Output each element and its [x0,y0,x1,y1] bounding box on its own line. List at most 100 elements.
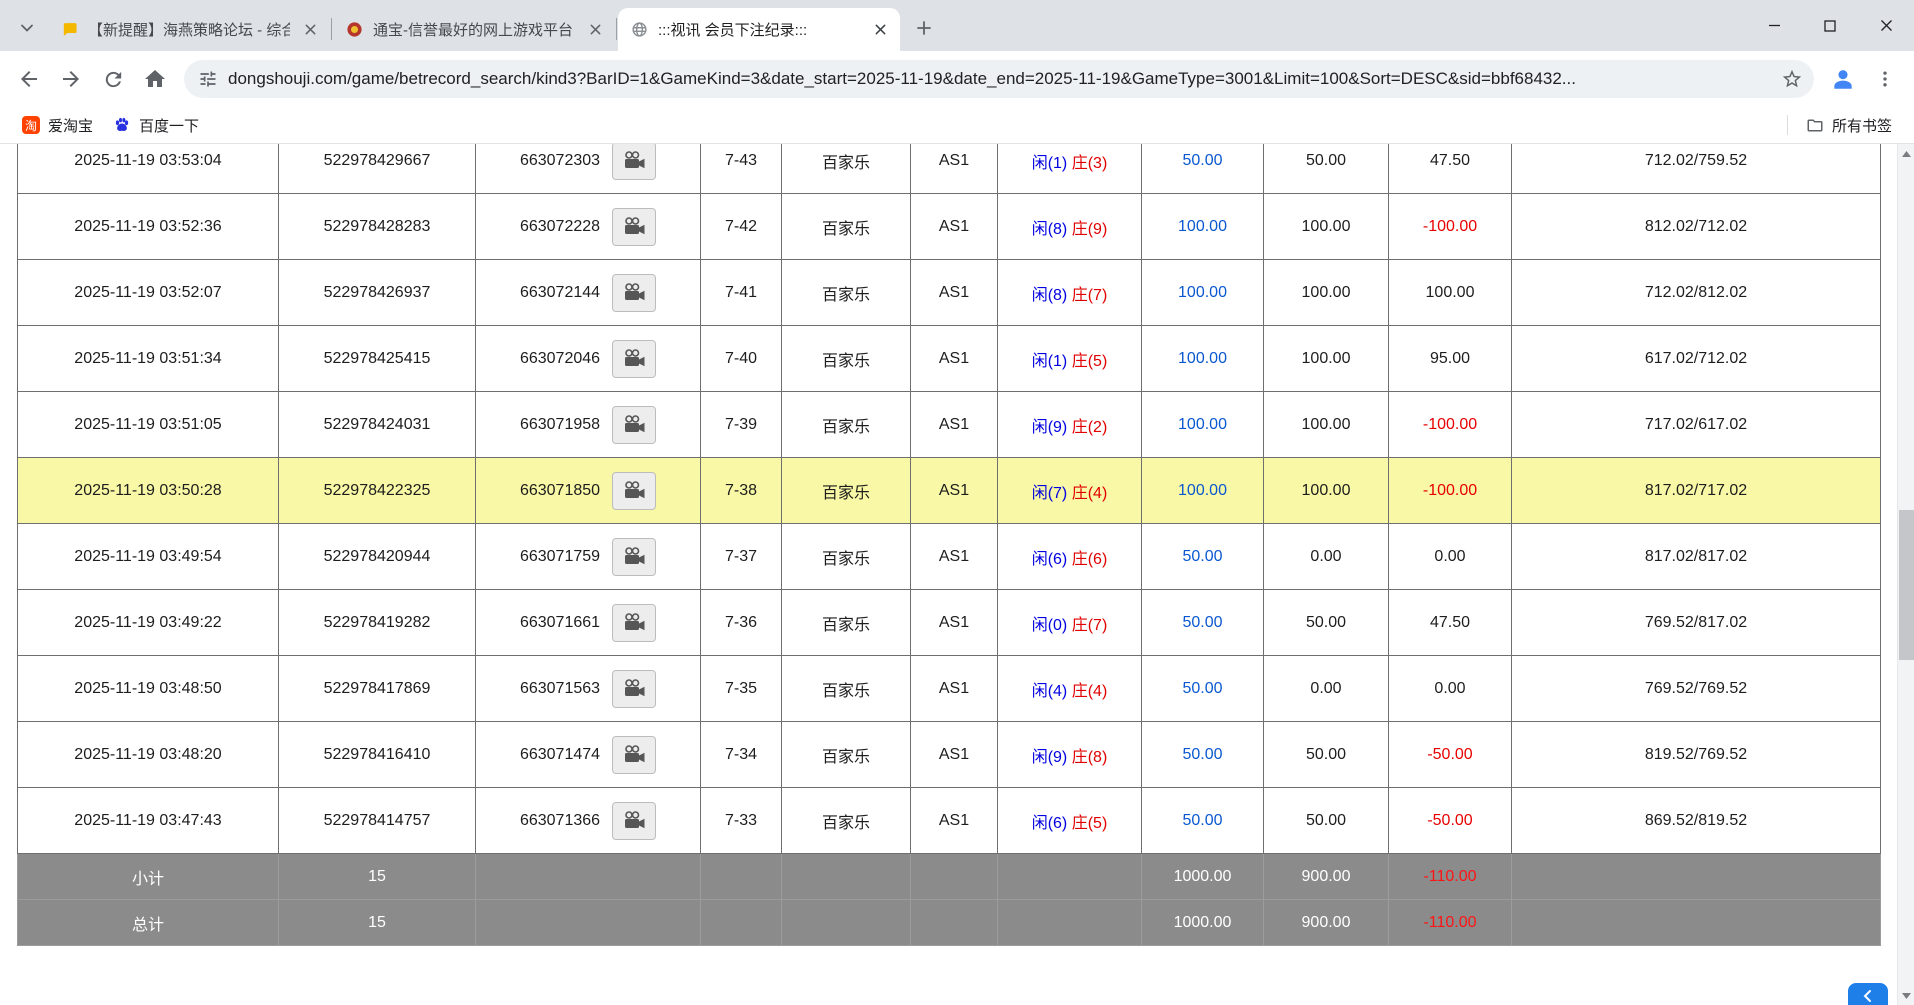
table-row[interactable]: 2025-11-19 03:52:36 522978428283 6630722… [18,194,1881,260]
video-replay-button[interactable] [612,274,656,312]
bet-amount-link[interactable]: 50.00 [1182,680,1222,697]
back-arrow-icon [17,67,41,91]
reload-button[interactable] [92,58,134,100]
cell-game-name: 百家乐 [782,788,911,854]
table-row[interactable]: 2025-11-19 03:50:28 522978422325 6630718… [18,458,1881,524]
taobao-icon: 淘 [22,116,40,134]
browser-menu-button[interactable] [1864,58,1906,100]
bet-amount-link[interactable]: 100.00 [1178,416,1227,433]
cell-result: 闲(1) 庄(3) [998,144,1142,194]
video-replay-button[interactable] [612,340,656,378]
video-replay-button[interactable] [612,208,656,246]
bookmark-aitaobao[interactable]: 淘 爱淘宝 [12,111,103,140]
corner-collapse-button[interactable] [1848,983,1888,1005]
three-dot-menu-icon [1875,69,1895,89]
close-icon [874,23,887,36]
table-row[interactable]: 2025-11-19 03:49:22 522978419282 6630716… [18,590,1881,656]
scrollbar-down-arrow[interactable] [1898,987,1914,1004]
cell-result: 闲(8) 庄(9) [998,194,1142,260]
table-row[interactable]: 2025-11-19 03:51:05 522978424031 6630719… [18,392,1881,458]
bet-amount-link[interactable]: 50.00 [1182,746,1222,763]
cell-platform: AS1 [911,656,998,722]
forward-button[interactable] [50,58,92,100]
bet-amount-link[interactable]: 50.00 [1182,812,1222,829]
table-row[interactable]: 2025-11-19 03:48:20 522978416410 6630714… [18,722,1881,788]
cell-result: 闲(1) 庄(5) [998,326,1142,392]
summary-winloss-total: -110.00 [1389,900,1512,946]
table-row[interactable]: 2025-11-19 03:53:04 522978429667 6630723… [18,144,1881,194]
cell-bet-id: 522978420944 [279,524,476,590]
win-loss-value: 47.50 [1430,152,1470,169]
win-loss-value: -50.00 [1427,812,1472,829]
window-maximize-button[interactable] [1802,0,1858,51]
cell-table-number: 7-41 [701,260,782,326]
cell-win-loss: 47.50 [1389,144,1512,194]
summary-label: 总计 [18,900,279,946]
tab-bet-records-active[interactable]: :::视讯 会员下注纪录::: [618,8,900,51]
video-replay-button[interactable] [612,736,656,774]
bet-amount-link[interactable]: 100.00 [1178,218,1227,235]
bet-amount-link[interactable]: 50.00 [1182,548,1222,565]
address-bar[interactable]: dongshouji.com/game/betrecord_search/kin… [184,60,1814,98]
bookmark-star-button[interactable] [1774,61,1810,97]
cell-balance: 817.02/717.02 [1512,458,1881,524]
summary-valid-total: 900.00 [1264,900,1389,946]
cell-time: 2025-11-19 03:48:20 [18,722,279,788]
vertical-scrollbar[interactable] [1897,144,1914,1005]
scrollbar-up-arrow[interactable] [1898,145,1914,162]
tab-search-button[interactable] [12,13,42,43]
tab-tongbao[interactable]: 通宝-信誉最好的网上游戏平台 [333,8,615,51]
cell-game-name: 百家乐 [782,722,911,788]
home-button[interactable] [134,58,176,100]
video-replay-button[interactable] [612,604,656,642]
win-loss-value: 0.00 [1434,548,1465,565]
banker-result: 庄(2) [1072,419,1108,436]
tab-close-button[interactable] [870,20,890,40]
window-close-button[interactable] [1858,0,1914,51]
tab-close-button[interactable] [300,20,320,40]
cell-balance: 617.02/712.02 [1512,326,1881,392]
bet-amount-link[interactable]: 100.00 [1178,482,1227,499]
video-replay-button[interactable] [612,670,656,708]
tab-title: :::视讯 会员下注纪录::: [658,19,860,40]
table-row[interactable]: 2025-11-19 03:48:50 522978417869 6630715… [18,656,1881,722]
video-replay-button[interactable] [612,472,656,510]
cell-win-loss: -100.00 [1389,392,1512,458]
tab-close-button[interactable] [585,20,605,40]
profile-avatar-button[interactable] [1822,58,1864,100]
video-replay-button[interactable] [612,144,656,180]
cell-game-name: 百家乐 [782,144,911,194]
bet-amount-link[interactable]: 100.00 [1178,284,1227,301]
bet-amount-link[interactable]: 100.00 [1178,350,1227,367]
cell-win-loss: -50.00 [1389,722,1512,788]
new-tab-button[interactable] [908,12,940,44]
bet-amount-link[interactable]: 50.00 [1182,614,1222,631]
cell-table-number: 7-42 [701,194,782,260]
scrollbar-thumb[interactable] [1899,510,1914,660]
tab-title: 通宝-信誉最好的网上游戏平台 [373,19,575,40]
video-replay-button[interactable] [612,538,656,576]
all-bookmarks-button[interactable]: 所有书签 [1796,111,1902,140]
cell-platform: AS1 [911,524,998,590]
cell-game-name: 百家乐 [782,260,911,326]
table-row[interactable]: 2025-11-19 03:49:54 522978420944 6630717… [18,524,1881,590]
cell-balance: 769.52/769.52 [1512,656,1881,722]
bet-amount-link[interactable]: 50.00 [1182,152,1222,169]
bookmark-baidu[interactable]: 百度一下 [103,111,209,140]
cell-round-id: 663072144 [476,260,701,326]
cell-win-loss: -100.00 [1389,458,1512,524]
cell-bet-amount: 100.00 [1142,260,1264,326]
back-button[interactable] [8,58,50,100]
summary-count: 15 [279,900,476,946]
tab-forum[interactable]: 【新提醒】海燕策略论坛 - 综合... [48,8,330,51]
globe-icon [630,21,648,39]
video-replay-button[interactable] [612,802,656,840]
window-minimize-button[interactable] [1746,0,1802,51]
table-row[interactable]: 2025-11-19 03:47:43 522978414757 6630713… [18,788,1881,854]
banker-result: 庄(4) [1072,683,1108,700]
table-row[interactable]: 2025-11-19 03:52:07 522978426937 6630721… [18,260,1881,326]
table-row[interactable]: 2025-11-19 03:51:34 522978425415 6630720… [18,326,1881,392]
close-icon [304,23,317,36]
cell-bet-id: 522978414757 [279,788,476,854]
video-replay-button[interactable] [612,406,656,444]
